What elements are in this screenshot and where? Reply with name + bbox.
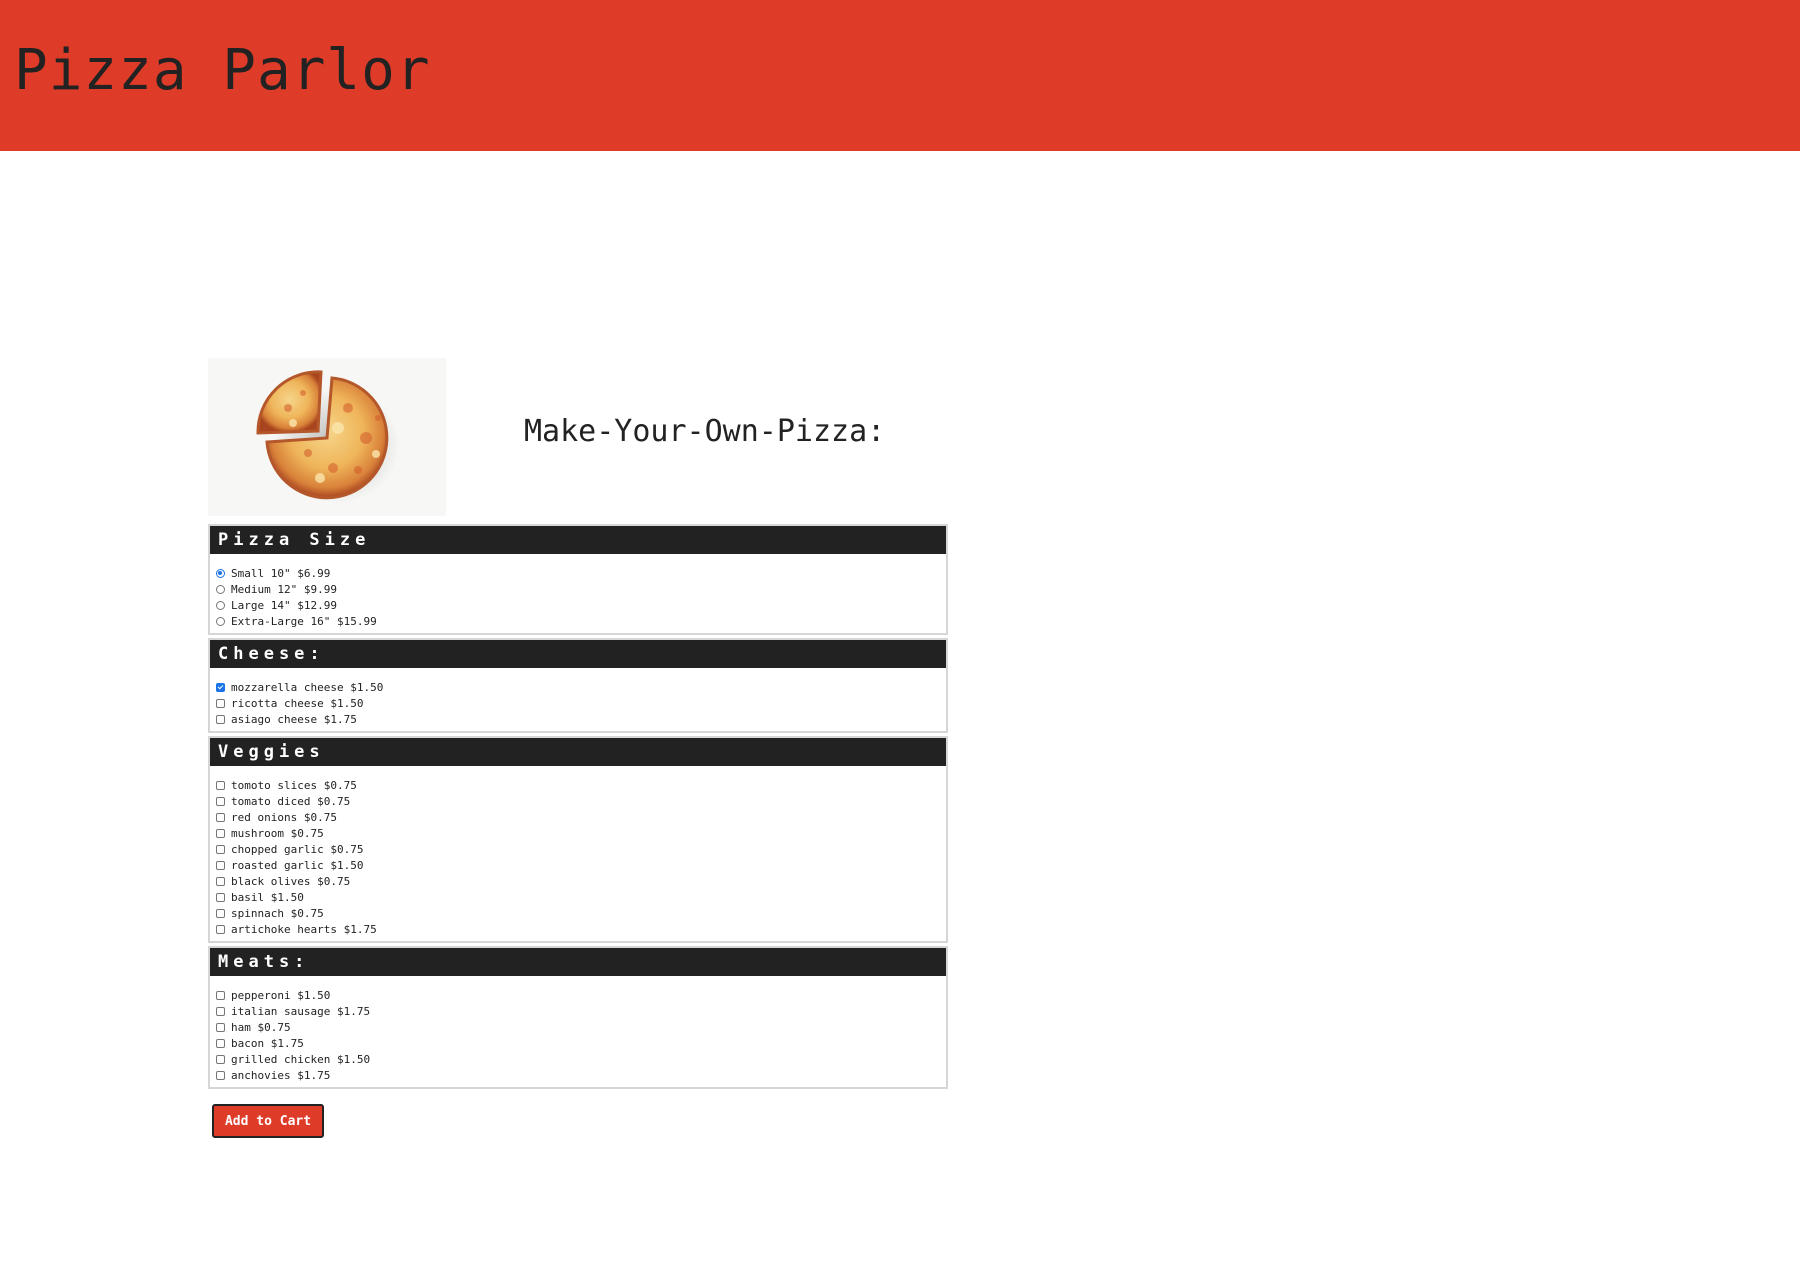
meat-option[interactable]: pepperoni $1.50 [216, 987, 946, 1003]
cheese-option[interactable]: asiago cheese $1.75 [216, 711, 946, 727]
radio-selected[interactable] [216, 568, 225, 578]
option-label: mushroom $0.75 [231, 826, 324, 840]
option-label: basil $1.50 [231, 890, 304, 904]
meat-option[interactable]: anchovies $1.75 [216, 1067, 946, 1083]
size-option[interactable]: Small 10" $6.99 [216, 565, 946, 581]
add-to-cart-button[interactable]: Add to Cart [212, 1104, 324, 1138]
option-label: ricotta cheese $1.50 [231, 696, 364, 710]
option-label: Large 14" $12.99 [231, 598, 337, 612]
size-option[interactable]: Large 14" $12.99 [216, 597, 946, 613]
checkbox[interactable] [216, 990, 225, 1000]
option-label: mozzarella cheese $1.50 [231, 680, 384, 694]
meats-section: Meats: pepperoni $1.50 italian sausage $… [208, 946, 948, 1089]
size-option[interactable]: Extra-Large 16" $15.99 [216, 613, 946, 629]
veggie-option[interactable]: mushroom $0.75 [216, 825, 946, 841]
checkbox[interactable] [216, 892, 225, 902]
option-label: tomoto slices $0.75 [231, 778, 357, 792]
section-header-meats: Meats: [210, 948, 946, 976]
checkbox-checked[interactable] [216, 682, 225, 692]
checkbox[interactable] [216, 924, 225, 934]
section-header-size: Pizza Size [210, 526, 946, 554]
option-label: spinnach $0.75 [231, 906, 324, 920]
size-option[interactable]: Medium 12" $9.99 [216, 581, 946, 597]
checkbox[interactable] [216, 844, 225, 854]
veggie-option[interactable]: red onions $0.75 [216, 809, 946, 825]
option-label: Medium 12" $9.99 [231, 582, 337, 596]
cheese-section: Cheese: mozzarella cheese $1.50 ricotta … [208, 638, 948, 733]
option-label: roasted garlic $1.50 [231, 858, 364, 872]
veggie-option[interactable]: chopped garlic $0.75 [216, 841, 946, 857]
option-label: red onions $0.75 [231, 810, 337, 824]
veggie-option[interactable]: tomato diced $0.75 [216, 793, 946, 809]
meat-option[interactable]: grilled chicken $1.50 [216, 1051, 946, 1067]
option-label: black olives $0.75 [231, 874, 351, 888]
veggies-section: Veggies tomoto slices $0.75 tomato diced… [208, 736, 948, 943]
checkbox[interactable] [216, 780, 225, 790]
pizza-image [208, 358, 446, 516]
cheese-option[interactable]: ricotta cheese $1.50 [216, 695, 946, 711]
checkbox[interactable] [216, 1070, 225, 1080]
meat-option[interactable]: bacon $1.75 [216, 1035, 946, 1051]
section-header-cheese: Cheese: [210, 640, 946, 668]
option-label: bacon $1.75 [231, 1036, 304, 1050]
checkbox[interactable] [216, 908, 225, 918]
checkbox[interactable] [216, 1022, 225, 1032]
checkbox[interactable] [216, 1038, 225, 1048]
checkbox[interactable] [216, 828, 225, 838]
veggie-option[interactable]: spinnach $0.75 [216, 905, 946, 921]
option-label: Extra-Large 16" $15.99 [231, 614, 377, 628]
pizza-size-section: Pizza Size Small 10" $6.99 Medium 12" $9… [208, 524, 948, 635]
radio[interactable] [216, 600, 225, 610]
veggie-option[interactable]: roasted garlic $1.50 [216, 857, 946, 873]
option-label: grilled chicken $1.50 [231, 1052, 371, 1066]
site-header: Pizza Parlor [0, 0, 1800, 151]
option-label: asiago cheese $1.75 [231, 712, 357, 726]
radio[interactable] [216, 584, 225, 594]
meat-option[interactable]: italian sausage $1.75 [216, 1003, 946, 1019]
pizza-illustration [256, 370, 400, 504]
cheese-option[interactable]: mozzarella cheese $1.50 [216, 679, 946, 695]
veggie-option[interactable]: tomoto slices $0.75 [216, 777, 946, 793]
checkbox[interactable] [216, 796, 225, 806]
checkbox[interactable] [216, 860, 225, 870]
section-header-veggies: Veggies [210, 738, 946, 766]
veggie-option[interactable]: black olives $0.75 [216, 873, 946, 889]
site-title: Pizza Parlor [14, 38, 431, 103]
meat-option[interactable]: ham $0.75 [216, 1019, 946, 1035]
checkbox[interactable] [216, 812, 225, 822]
option-label: anchovies $1.75 [231, 1068, 331, 1082]
checkbox[interactable] [216, 698, 225, 708]
option-label: italian sausage $1.75 [231, 1004, 371, 1018]
veggie-option[interactable]: artichoke hearts $1.75 [216, 921, 946, 937]
option-label: tomato diced $0.75 [231, 794, 351, 808]
option-label: Small 10" $6.99 [231, 566, 331, 580]
checkbox[interactable] [216, 1006, 225, 1016]
option-label: ham $0.75 [231, 1020, 291, 1034]
veggie-option[interactable]: basil $1.50 [216, 889, 946, 905]
checkbox[interactable] [216, 1054, 225, 1064]
builder-title: Make-Your-Own-Pizza: [524, 414, 886, 449]
option-label: artichoke hearts $1.75 [231, 922, 377, 936]
pizza-order-form: Pizza Size Small 10" $6.99 Medium 12" $9… [208, 524, 948, 1092]
checkbox[interactable] [216, 876, 225, 886]
radio[interactable] [216, 616, 225, 626]
option-label: chopped garlic $0.75 [231, 842, 364, 856]
checkbox[interactable] [216, 714, 225, 724]
option-label: pepperoni $1.50 [231, 988, 331, 1002]
